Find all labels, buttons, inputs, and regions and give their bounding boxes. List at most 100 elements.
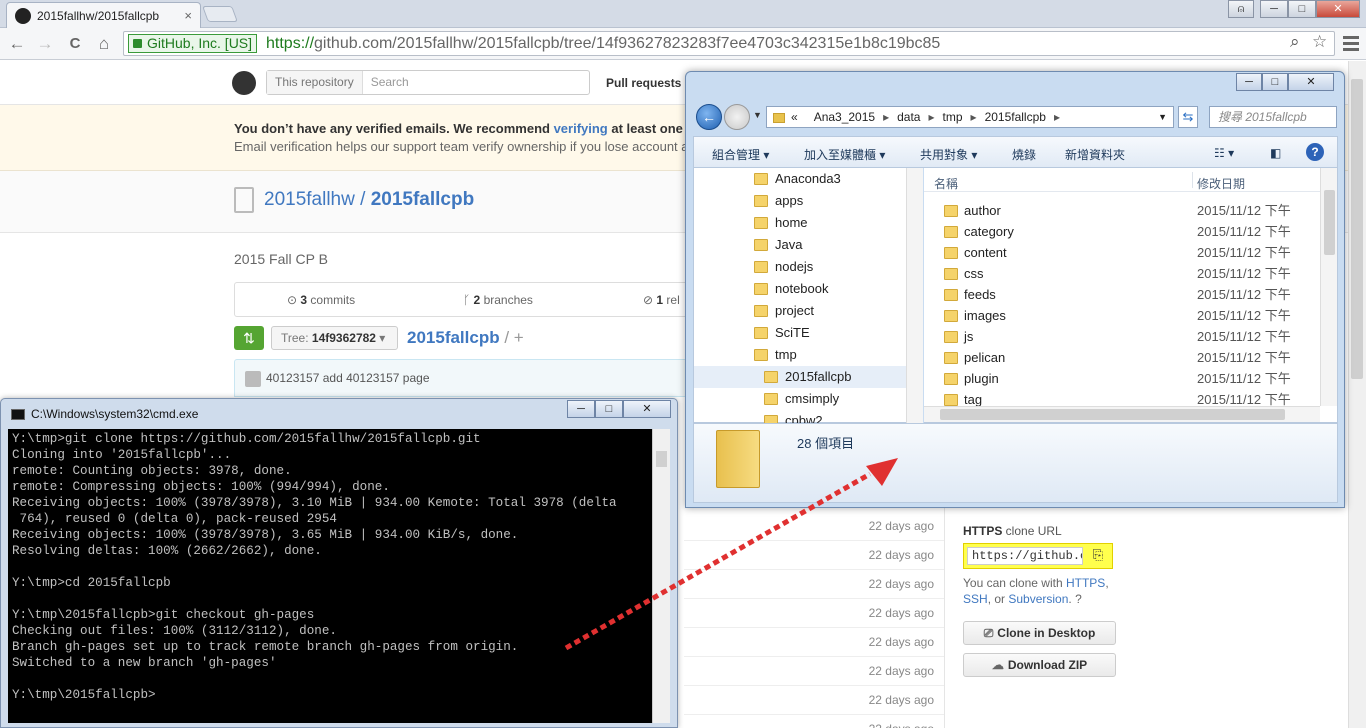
file-row[interactable]: images 2015/11/12 下午 bbox=[924, 305, 1320, 326]
explorer-search-input[interactable]: 搜尋 2015fallcpb bbox=[1209, 106, 1337, 128]
file-row[interactable]: author 2015/11/12 下午 bbox=[924, 200, 1320, 221]
crumb[interactable]: tmp bbox=[943, 110, 963, 124]
search-input[interactable]: Search bbox=[363, 71, 417, 94]
commit-message[interactable]: 40123157 add 40123157 page bbox=[266, 371, 430, 385]
crumb[interactable]: data bbox=[897, 110, 920, 124]
file-row[interactable]: feeds 2015/11/12 下午 bbox=[924, 284, 1320, 305]
back-icon[interactable]: ← bbox=[6, 34, 28, 54]
help-icon[interactable]: ? bbox=[1306, 143, 1324, 161]
nav-item[interactable]: SciTE bbox=[694, 322, 906, 344]
forward-icon[interactable]: → bbox=[34, 34, 56, 54]
ssh-link[interactable]: SSH bbox=[963, 592, 988, 606]
file-list-hscrollbar[interactable] bbox=[924, 406, 1320, 422]
cmd-maximize-button[interactable]: □ bbox=[595, 400, 623, 418]
repo-search[interactable]: This repository Search bbox=[266, 70, 590, 95]
security-indicator[interactable]: GitHub, Inc. [US] bbox=[128, 34, 258, 53]
tab-strip: 2015fallhw/2015fallcpb × ⍝ ─ □ ✕ bbox=[0, 0, 1366, 28]
maximize-button[interactable]: □ bbox=[1288, 0, 1316, 18]
crumb[interactable]: Ana3_2015 bbox=[814, 110, 875, 124]
chrome-menu-icon[interactable] bbox=[1343, 36, 1359, 54]
file-row[interactable]: plugin 2015/11/12 下午 bbox=[924, 368, 1320, 389]
octocat-logo-icon[interactable] bbox=[232, 71, 256, 95]
nav-item[interactable]: cpbw2 bbox=[694, 410, 906, 423]
forward-arrow-icon[interactable] bbox=[724, 104, 750, 130]
nav-item[interactable]: notebook bbox=[694, 278, 906, 300]
include-in-library-menu[interactable]: 加入至媒體櫃 ▾ bbox=[804, 146, 885, 163]
verifying-link[interactable]: verifying bbox=[554, 121, 608, 136]
nav-item-selected[interactable]: 2015fallcpb bbox=[694, 366, 906, 388]
profile-icon[interactable]: ⍝ bbox=[1228, 0, 1254, 18]
view-options-icon[interactable]: ☷ ▾ bbox=[1214, 146, 1234, 160]
file-row[interactable]: css 2015/11/12 下午 bbox=[924, 263, 1320, 284]
cmd-close-button[interactable]: ✕ bbox=[623, 400, 671, 418]
address-bar[interactable]: GitHub, Inc. [US] https://github.com/201… bbox=[123, 31, 1335, 56]
explorer-close-button[interactable]: ✕ bbox=[1288, 73, 1334, 91]
pull-requests-link[interactable]: Pull requests bbox=[606, 76, 681, 90]
scrollbar-thumb[interactable] bbox=[1351, 79, 1363, 379]
page-scrollbar[interactable] bbox=[1348, 61, 1366, 728]
branches-link[interactable]: ᚴ 2 branches bbox=[463, 293, 533, 307]
file-row[interactable]: content 2015/11/12 下午 bbox=[924, 242, 1320, 263]
cmd-scrollbar[interactable] bbox=[652, 429, 670, 723]
zoom-icon[interactable]: ⌕ bbox=[1290, 32, 1300, 52]
explorer-breadcrumb[interactable]: «Ana3_2015 ▸ data ▸ tmp ▸ 2015fallcpb ▸ ▼ bbox=[766, 106, 1174, 128]
burn-button[interactable]: 燒錄 bbox=[1012, 146, 1036, 163]
explorer-minimize-button[interactable]: ─ bbox=[1236, 73, 1262, 91]
minimize-button[interactable]: ─ bbox=[1260, 0, 1288, 18]
back-arrow-icon[interactable]: ← bbox=[696, 104, 722, 130]
nav-item[interactable]: home bbox=[694, 212, 906, 234]
nav-item[interactable]: tmp bbox=[694, 344, 906, 366]
organize-menu[interactable]: 組合管理 ▾ bbox=[712, 146, 769, 163]
clone-url-input[interactable]: https://github.c bbox=[967, 547, 1083, 565]
cmd-titlebar: C:\Windows\system32\cmd.exe bbox=[11, 407, 198, 421]
https-link[interactable]: HTTPS bbox=[1066, 576, 1105, 590]
download-zip-button[interactable]: ☁ Download ZIP bbox=[963, 653, 1116, 677]
releases-link[interactable]: ⊘ 1 rel bbox=[643, 293, 680, 307]
home-icon[interactable]: ⌂ bbox=[93, 34, 115, 54]
file-row[interactable]: js 2015/11/12 下午 bbox=[924, 326, 1320, 347]
preview-pane-icon[interactable]: ◧ bbox=[1270, 146, 1281, 160]
new-tab-button[interactable] bbox=[202, 6, 238, 22]
nav-item[interactable]: nodejs bbox=[694, 256, 906, 278]
file-list-scrollbar[interactable] bbox=[1320, 168, 1337, 406]
repo-link[interactable]: 2015fallcpb bbox=[371, 189, 475, 210]
scrollbar-thumb[interactable] bbox=[656, 451, 667, 467]
nav-item[interactable]: cmsimply bbox=[694, 388, 906, 410]
file-row[interactable]: tag 2015/11/12 下午 bbox=[924, 389, 1320, 406]
commits-link[interactable]: ⊙ 3 commits bbox=[287, 293, 355, 307]
new-file-button[interactable]: / + bbox=[500, 328, 523, 347]
close-window-button[interactable]: ✕ bbox=[1316, 0, 1360, 18]
share-with-menu[interactable]: 共用對象 ▾ bbox=[920, 146, 977, 163]
compare-sync-button[interactable]: ⇅ bbox=[234, 326, 264, 350]
clipboard-icon[interactable]: ⎘ bbox=[1088, 547, 1108, 565]
file-row[interactable]: category 2015/11/12 下午 bbox=[924, 221, 1320, 242]
clone-in-desktop-button[interactable]: ⎚ Clone in Desktop bbox=[963, 621, 1116, 645]
browser-tab[interactable]: 2015fallhw/2015fallcpb × bbox=[6, 2, 201, 28]
scrollbar-thumb[interactable] bbox=[940, 409, 1285, 420]
nav-scrollbar[interactable] bbox=[906, 168, 923, 423]
nav-item[interactable]: Anaconda3 bbox=[694, 168, 906, 190]
reload-icon[interactable]: C bbox=[64, 35, 86, 52]
nav-item[interactable]: project bbox=[694, 300, 906, 322]
bookmark-star-icon[interactable]: ☆ bbox=[1312, 32, 1327, 52]
terminal-output[interactable]: Y:\tmp>git clone https://github.com/2015… bbox=[8, 429, 652, 723]
history-dropdown-icon[interactable]: ▼ bbox=[753, 110, 762, 120]
date-column-header[interactable]: 修改日期 bbox=[1197, 175, 1245, 192]
scrollbar-thumb[interactable] bbox=[1324, 190, 1335, 255]
branch-selector[interactable]: Tree: 14f9362782 ▾ bbox=[271, 326, 398, 350]
address-dropdown-icon[interactable]: ▼ bbox=[1158, 107, 1167, 127]
crumb[interactable]: 2015fallcpb bbox=[985, 110, 1046, 124]
owner-link[interactable]: 2015fallhw bbox=[264, 189, 355, 210]
url-text[interactable]: https://github.com/2015fallhw/2015fallcp… bbox=[266, 34, 940, 53]
nav-item[interactable]: apps bbox=[694, 190, 906, 212]
subversion-link[interactable]: Subversion bbox=[1008, 592, 1068, 606]
explorer-maximize-button[interactable]: □ bbox=[1262, 73, 1288, 91]
cmd-minimize-button[interactable]: ─ bbox=[567, 400, 595, 418]
file-row[interactable]: pelican 2015/11/12 下午 bbox=[924, 347, 1320, 368]
crumb-repo-link[interactable]: 2015fallcpb bbox=[407, 328, 500, 347]
refresh-icon[interactable]: ⇆ bbox=[1178, 106, 1198, 128]
nav-item[interactable]: Java bbox=[694, 234, 906, 256]
name-column-header[interactable]: 名稱 bbox=[934, 175, 958, 192]
new-folder-button[interactable]: 新增資料夾 bbox=[1065, 146, 1125, 163]
tab-close-icon[interactable]: × bbox=[184, 8, 192, 23]
